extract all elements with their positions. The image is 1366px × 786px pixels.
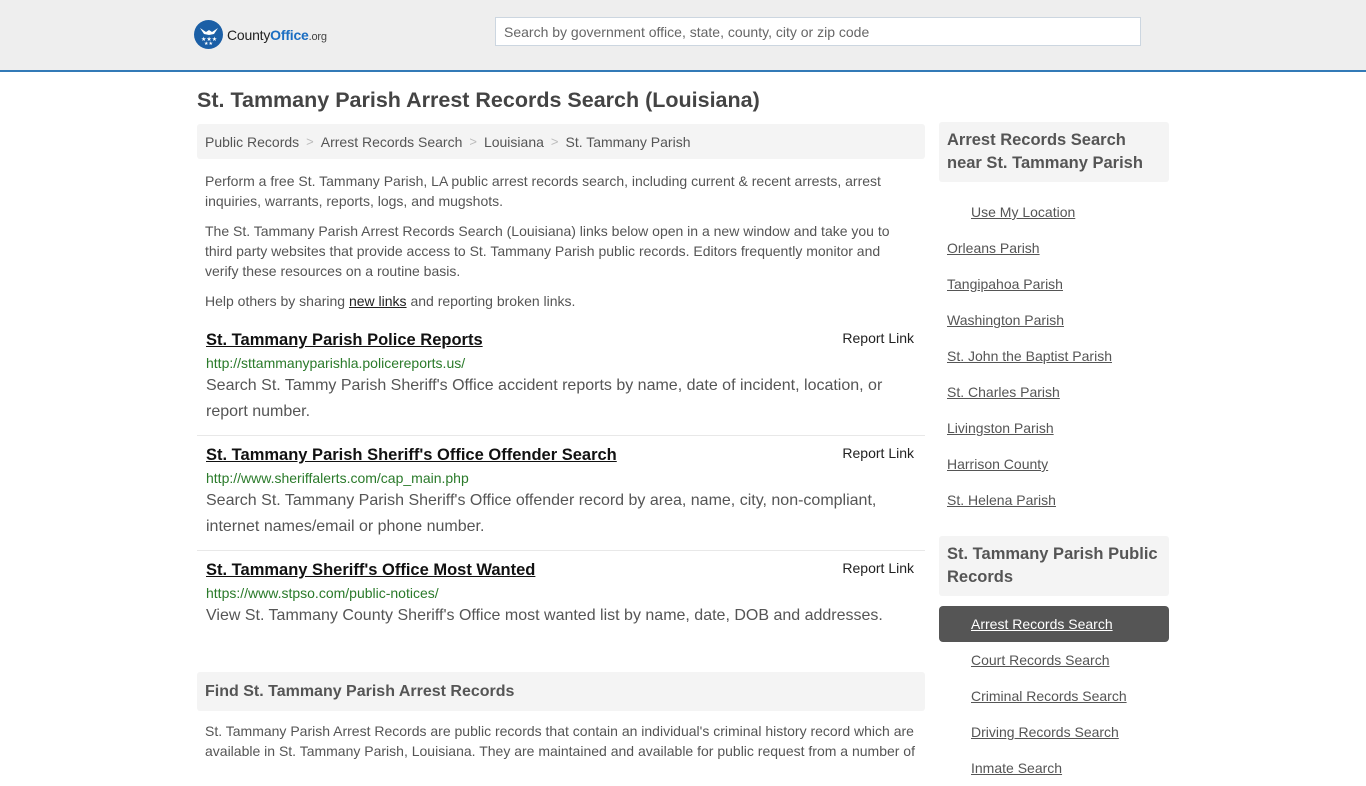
public-records-heading: St. Tammany Parish Public Records <box>939 536 1169 596</box>
sidebar-link-criminal-records-search[interactable]: Criminal Records Search <box>971 688 1127 704</box>
breadcrumb-separator: > <box>469 134 477 149</box>
result-title-link[interactable]: St. Tammany Parish Sheriff's Office Offe… <box>206 444 617 466</box>
public-records-item: Court Records Search <box>939 642 1169 678</box>
find-section-body: St. Tammany Parish Arrest Records are pu… <box>205 723 915 759</box>
nearby-item: Livingston Parish <box>939 410 1169 446</box>
intro: Perform a free St. Tammany Parish, LA pu… <box>197 171 925 311</box>
use-my-location-link[interactable]: Use My Location <box>971 204 1075 220</box>
svg-text:★★: ★★ <box>204 41 213 45</box>
find-section-heading: Find St. Tammany Parish Arrest Records <box>197 672 925 711</box>
nearby-link-st-helena-parish[interactable]: St. Helena Parish <box>947 492 1056 508</box>
result-url[interactable]: http://sttammanyparishla.policereports.u… <box>206 353 916 373</box>
nearby-link-orleans-parish[interactable]: Orleans Parish <box>947 240 1040 256</box>
breadcrumb-public-records[interactable]: Public Records <box>205 134 299 150</box>
result-title-link[interactable]: St. Tammany Sheriff's Office Most Wanted <box>206 559 535 581</box>
breadcrumb-separator: > <box>306 134 314 149</box>
use-location-item: Use My Location <box>939 194 1169 230</box>
breadcrumb-louisiana[interactable]: Louisiana <box>484 134 544 150</box>
intro-paragraph-3: Help others by sharing new links and rep… <box>205 291 917 311</box>
site-header: ★★★ ★★ CountyOffice.org <box>0 0 1366 72</box>
public-records-item: Criminal Records Search <box>939 678 1169 714</box>
report-link-button[interactable]: Report Link <box>842 330 914 346</box>
logo-text-office: Office <box>270 26 309 43</box>
breadcrumb-separator: > <box>550 134 559 149</box>
report-link-button[interactable]: Report Link <box>842 445 914 461</box>
public-records-item: Driving Records Search <box>939 714 1169 750</box>
report-link-button[interactable]: Report Link <box>842 560 914 576</box>
sidebar-link-court-records-search[interactable]: Court Records Search <box>971 652 1110 668</box>
nearby-link-washington-parish[interactable]: Washington Parish <box>947 312 1064 328</box>
intro-paragraph-2: The St. Tammany Parish Arrest Records Se… <box>205 223 890 279</box>
breadcrumb: Public Records > Arrest Records Search >… <box>197 124 925 159</box>
page-title: St. Tammany Parish Arrest Records Search… <box>197 88 760 112</box>
nearby-item: Washington Parish <box>939 302 1169 338</box>
result-description: View St. Tammany County Sheriff's Office… <box>206 607 883 624</box>
site-logo[interactable]: ★★★ ★★ CountyOffice.org <box>194 20 327 49</box>
sidebar-link-driving-records-search[interactable]: Driving Records Search <box>971 724 1119 740</box>
nearby-item: St. John the Baptist Parish <box>939 338 1169 374</box>
search-input[interactable] <box>495 17 1141 46</box>
nearby-link-tangipahoa-parish[interactable]: Tangipahoa Parish <box>947 276 1063 292</box>
sidebar: Arrest Records Search near St. Tammany P… <box>939 122 1169 786</box>
result-url[interactable]: http://www.sheriffalerts.com/cap_main.ph… <box>206 468 916 488</box>
result-url[interactable]: https://www.stpso.com/public-notices/ <box>206 583 916 603</box>
nearby-list: Use My Location Orleans Parish Tangipaho… <box>939 194 1169 518</box>
result-title-link[interactable]: St. Tammany Parish Police Reports <box>206 329 483 351</box>
public-records-item: Inmate Search <box>939 750 1169 786</box>
logo-text-org: .org <box>308 30 327 43</box>
nearby-heading: Arrest Records Search near St. Tammany P… <box>939 122 1169 182</box>
nearby-item: Orleans Parish <box>939 230 1169 266</box>
breadcrumb-arrest-records-search[interactable]: Arrest Records Search <box>321 134 463 150</box>
logo-text: CountyOffice.org <box>227 27 327 43</box>
result-item: St. Tammany Sheriff's Office Most Wanted… <box>197 551 925 639</box>
logo-text-county: County <box>227 26 271 43</box>
intro-paragraph-1: Perform a free St. Tammany Parish, LA pu… <box>205 173 881 209</box>
nearby-item: Tangipahoa Parish <box>939 266 1169 302</box>
result-description: Search St. Tammany Parish Sheriff's Offi… <box>206 492 877 535</box>
nearby-item: Harrison County <box>939 446 1169 482</box>
result-item: St. Tammany Parish Police Reports Report… <box>197 321 925 436</box>
nearby-item: St. Helena Parish <box>939 482 1169 518</box>
result-description: Search St. Tammy Parish Sheriff's Office… <box>206 377 883 420</box>
nearby-link-st-charles-parish[interactable]: St. Charles Parish <box>947 384 1060 400</box>
nearby-link-livingston-parish[interactable]: Livingston Parish <box>947 420 1054 436</box>
result-item: St. Tammany Parish Sheriff's Office Offe… <box>197 436 925 551</box>
intro-text: and reporting broken links. <box>406 293 576 309</box>
public-records-block: St. Tammany Parish Public Records Arrest… <box>939 536 1169 786</box>
sidebar-link-inmate-search[interactable]: Inmate Search <box>971 760 1062 776</box>
nearby-block: Arrest Records Search near St. Tammany P… <box>939 122 1169 518</box>
nearby-link-st-john-the-baptist-parish[interactable]: St. John the Baptist Parish <box>947 348 1112 364</box>
nearby-link-harrison-county[interactable]: Harrison County <box>947 456 1048 472</box>
main-content: Public Records > Arrest Records Search >… <box>197 124 925 761</box>
nearby-item: St. Charles Parish <box>939 374 1169 410</box>
public-records-list: Arrest Records Search Court Records Sear… <box>939 606 1169 786</box>
new-links-link[interactable]: new links <box>349 293 407 309</box>
sidebar-link-arrest-records-search[interactable]: Arrest Records Search <box>971 616 1113 632</box>
breadcrumb-st-tammany-parish[interactable]: St. Tammany Parish <box>565 134 690 150</box>
public-records-item-active: Arrest Records Search <box>939 606 1169 642</box>
intro-text: Help others by sharing <box>205 293 349 309</box>
eagle-stars-icon: ★★★ ★★ <box>194 20 223 49</box>
